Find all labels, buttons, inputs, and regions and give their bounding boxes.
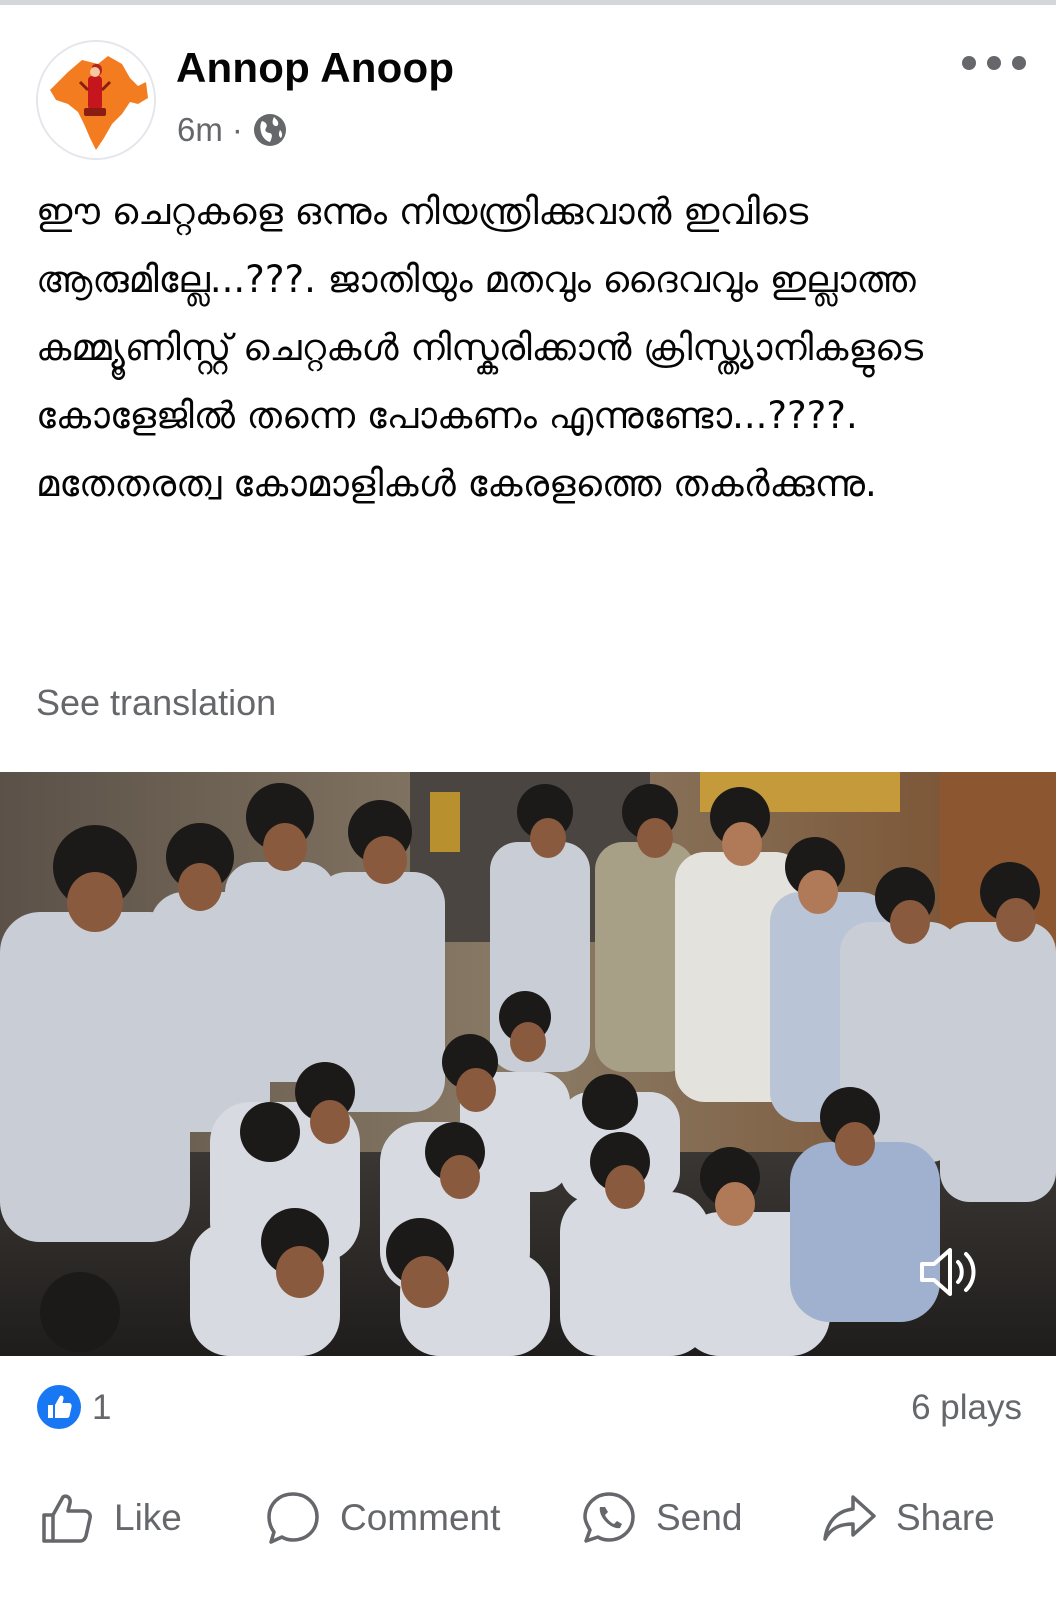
post-time[interactable]: 6m (177, 111, 223, 149)
like-reaction-icon[interactable] (36, 1384, 82, 1430)
thumbs-up-icon (42, 1494, 92, 1543)
send-button[interactable]: Send (580, 1478, 742, 1558)
comment-icon (267, 1492, 319, 1544)
avatar[interactable] (36, 40, 156, 160)
send-label: Send (656, 1497, 743, 1538)
whatsapp-icon (583, 1492, 635, 1543)
post-text: ഈ ചെറ്റകളെ ഒന്നും നിയന്ത്രിക്കുവാൻ ഇവിടെ… (36, 190, 924, 505)
post-meta: 6m · (177, 110, 288, 150)
more-dot (987, 56, 1001, 70)
speaker-icon[interactable] (916, 1242, 982, 1302)
post-header: Annop Anoop 6m · (36, 40, 1026, 160)
more-options-button[interactable] (962, 52, 1026, 74)
more-dot (1012, 56, 1026, 70)
author-name[interactable]: Annop Anoop (176, 44, 454, 92)
reaction-count[interactable]: 1 (92, 1388, 111, 1428)
comment-label: Comment (340, 1497, 501, 1538)
top-divider (0, 0, 1056, 5)
meta-separator: · (231, 111, 243, 148)
comment-button[interactable]: Comment (264, 1478, 500, 1558)
video-frame (0, 772, 1056, 1356)
see-translation-link[interactable]: See translation (36, 682, 276, 724)
share-label: Share (896, 1497, 995, 1538)
share-icon (823, 1495, 876, 1541)
plays-count: 6 plays (911, 1388, 1022, 1427)
avatar-map-image (38, 42, 154, 158)
post-actions: Like Comment Send Share (0, 1478, 1056, 1558)
share-button[interactable]: Share (820, 1478, 995, 1558)
post-stats: 1 6 plays (0, 1376, 1056, 1446)
like-button[interactable]: Like (38, 1478, 182, 1558)
like-label: Like (114, 1497, 182, 1538)
more-dot (962, 56, 976, 70)
globe-icon (253, 114, 286, 146)
video-player[interactable] (0, 772, 1056, 1356)
